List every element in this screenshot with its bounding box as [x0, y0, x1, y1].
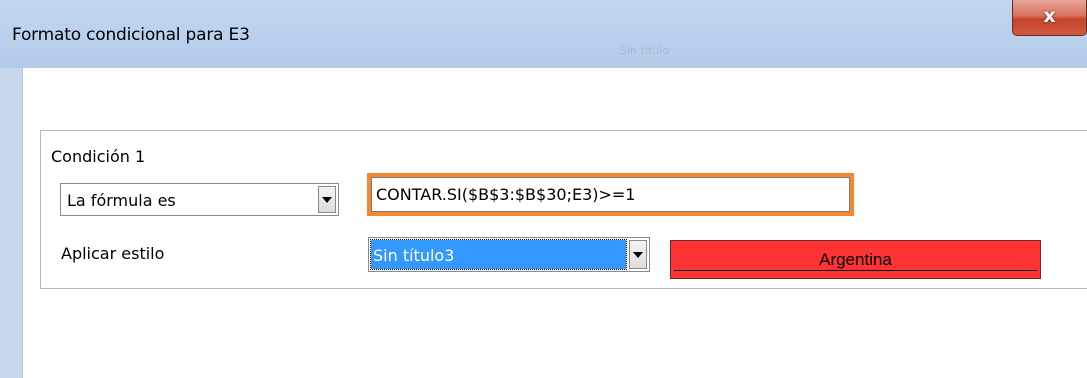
close-button[interactable]: x — [1012, 0, 1087, 36]
condition-group: Condición 1 La fórmula es CONTAR.SI($B$3… — [40, 130, 1087, 289]
apply-style-label: Aplicar estilo — [61, 244, 165, 263]
background-window-title: Sin título — [620, 44, 669, 57]
dropdown-arrow-icon[interactable] — [629, 240, 647, 269]
close-icon: x — [1043, 4, 1056, 27]
condition-label: Condición 1 — [51, 147, 146, 166]
formula-value: CONTAR.SI($B$3:$B$30;E3)>=1 — [376, 185, 636, 204]
preview-text: Argentina — [819, 250, 892, 269]
style-dropdown[interactable]: Sin título3 — [368, 237, 650, 272]
formula-input[interactable]: CONTAR.SI($B$3:$B$30;E3)>=1 — [367, 173, 854, 216]
style-value: Sin título3 — [373, 246, 455, 265]
condition-type-value: La fórmula es — [67, 191, 176, 210]
title-bar[interactable]: Formato condicional para E3 Sin título x — [0, 0, 1087, 69]
style-preview: Argentina — [670, 240, 1041, 279]
conditional-format-dialog: Formato condicional para E3 Sin título x… — [0, 0, 1087, 378]
preview-underline — [674, 270, 1037, 271]
window-title: Formato condicional para E3 — [12, 25, 250, 45]
background-window-edge — [0, 68, 22, 378]
dialog-body: Condición 1 La fórmula es CONTAR.SI($B$3… — [22, 68, 1087, 378]
dropdown-arrow-icon[interactable] — [318, 186, 336, 213]
condition-type-dropdown[interactable]: La fórmula es — [60, 183, 339, 216]
